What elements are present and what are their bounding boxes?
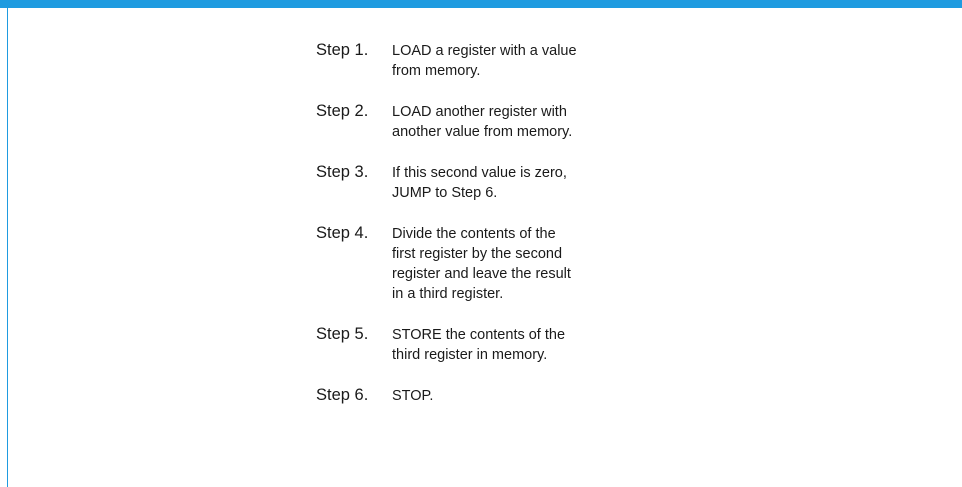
step-item-6: Step 6. STOP. [316,385,662,406]
step-text: STORE the contents of the third register… [392,324,662,365]
step-text-line: LOAD another register with [392,104,567,120]
step-label: Step 5. [316,325,369,343]
step-text-line: STOP. [392,388,434,404]
step-text: If this second value is zero, JUMP to St… [392,162,662,203]
step-label: Step 1. [316,41,369,59]
step-item-4: Step 4. Divide the contents of the first… [316,223,662,304]
step-label: Step 2. [316,102,369,120]
step-text-line: If this second value is zero, [392,165,567,181]
document-figure: Step 1. LOAD a register with a value fro… [0,0,962,487]
step-text-line: Divide the contents of the [392,226,556,242]
step-text-line: LOAD a register with a value [392,43,577,59]
step-label: Step 6. [316,386,369,404]
step-text-line: register and leave the result [392,266,571,282]
step-text-line: another value from memory. [392,124,573,140]
step-label: Step 4. [316,224,369,242]
left-accent-rule [7,8,8,487]
step-label: Step 3. [316,163,369,181]
step-item-2: Step 2. LOAD another register with anoth… [316,101,662,142]
step-item-1: Step 1. LOAD a register with a value fro… [316,40,662,81]
step-item-3: Step 3. If this second value is zero, JU… [316,162,662,203]
step-text-line: first register by the second [392,246,563,262]
step-text: STOP. [392,385,662,406]
step-text-line: in a third register. [392,286,504,302]
step-item-5: Step 5. STORE the contents of the third … [316,324,662,365]
top-accent-bar [0,0,962,8]
step-list: Step 1. LOAD a register with a value fro… [316,40,662,426]
step-text: Divide the contents of the first registe… [392,223,662,304]
step-text-line: third register in memory. [392,347,548,363]
step-text-line: from memory. [392,63,481,79]
step-text-line: JUMP to Step 6. [392,185,498,201]
step-text-line: STORE the contents of the [392,327,566,343]
step-text: LOAD another register with another value… [392,101,662,142]
step-text: LOAD a register with a value from memory… [392,40,662,81]
